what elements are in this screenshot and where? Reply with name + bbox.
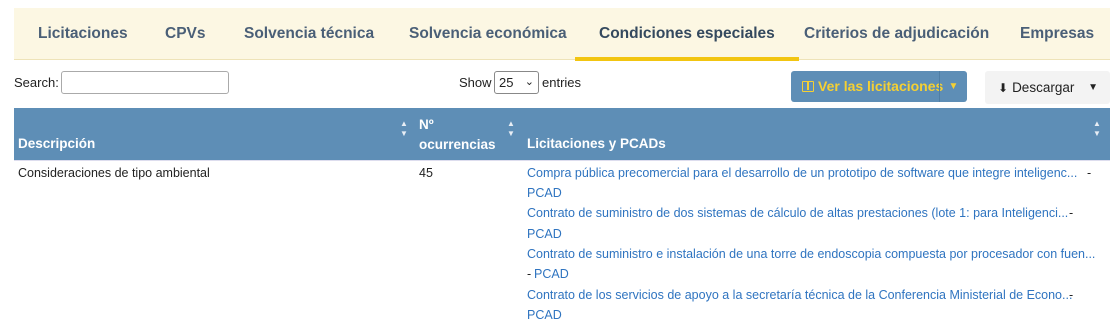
- section-tabs: Licitaciones CPVs Solvencia técnica Solv…: [14, 8, 1110, 61]
- header-ocurrencias[interactable]: Nº ocurrencias: [419, 115, 496, 155]
- caret-down-icon: ▼: [1088, 82, 1098, 93]
- pcad-link[interactable]: PCAD: [527, 305, 562, 325]
- pcad-link[interactable]: PCAD: [527, 183, 562, 203]
- columns-icon: [802, 81, 814, 92]
- search-input[interactable]: [61, 71, 229, 94]
- sort-ocurrencias-icon[interactable]: ▲ ▼: [507, 119, 515, 139]
- link-separator: -: [1069, 288, 1074, 302]
- download-button[interactable]: ⬇ Descargar ▼: [985, 71, 1110, 104]
- licitacion-link[interactable]: Compra pública precomercial para el desa…: [527, 163, 1077, 183]
- chevron-down-icon: ⌄: [524, 76, 534, 88]
- tab-solvencia-economica[interactable]: Solvencia económica: [409, 8, 567, 60]
- header-ocurrencias-line1: Nº: [419, 117, 434, 132]
- sort-descripcion-icon[interactable]: ▲ ▼: [400, 119, 408, 139]
- download-label: Descargar: [1012, 80, 1075, 95]
- licitacion-link[interactable]: Contrato de suministro de dos sistemas d…: [527, 203, 1068, 223]
- cell-ocurrencias: 45: [419, 166, 433, 180]
- table-header: Descripción ▲ ▼ Nº ocurrencias ▲ ▼ Licitac…: [14, 108, 1110, 160]
- tab-condiciones-especiales[interactable]: Condiciones especiales: [575, 8, 799, 61]
- licitacion-link[interactable]: Contrato de suministro e instalación de …: [527, 244, 1095, 264]
- table-divider: [14, 160, 1110, 161]
- tab-empresas[interactable]: Empresas: [1020, 8, 1094, 60]
- download-icon: ⬇: [998, 81, 1009, 95]
- header-licitaciones[interactable]: Licitaciones y PCADs: [527, 136, 666, 151]
- tab-solvencia-tecnica[interactable]: Solvencia técnica: [244, 8, 374, 60]
- pcad-link[interactable]: PCAD: [534, 264, 569, 284]
- entries-select[interactable]: 25 ⌄: [494, 71, 539, 94]
- search-label: Search:: [14, 75, 59, 90]
- ver-licitaciones-dropdown-toggle[interactable]: ▼: [939, 71, 967, 102]
- link-separator: -: [527, 267, 532, 281]
- pcad-link[interactable]: PCAD: [527, 224, 562, 244]
- link-separator: -: [1087, 166, 1092, 180]
- ver-licitaciones-button[interactable]: Ver las licitaciones ▼: [791, 71, 967, 102]
- tab-criterios-adjudicacion[interactable]: Criterios de adjudicación: [804, 8, 989, 60]
- licitacion-link[interactable]: Contrato de los servicios de apoyo a la …: [527, 285, 1072, 305]
- entries-select-value: 25: [499, 75, 514, 90]
- show-label: Show: [459, 75, 492, 90]
- tab-licitaciones[interactable]: Licitaciones: [38, 8, 128, 60]
- link-separator: -: [1069, 206, 1074, 220]
- cell-descripcion: Consideraciones de tipo ambiental: [18, 166, 210, 180]
- sort-licitaciones-icon[interactable]: ▲ ▼: [1093, 119, 1101, 139]
- header-descripcion[interactable]: Descripción: [18, 136, 95, 151]
- header-ocurrencias-line2: ocurrencias: [419, 137, 496, 152]
- ver-licitaciones-label: Ver las licitaciones: [818, 78, 944, 94]
- tab-cpvs[interactable]: CPVs: [165, 8, 206, 60]
- entries-label: entries: [542, 75, 582, 90]
